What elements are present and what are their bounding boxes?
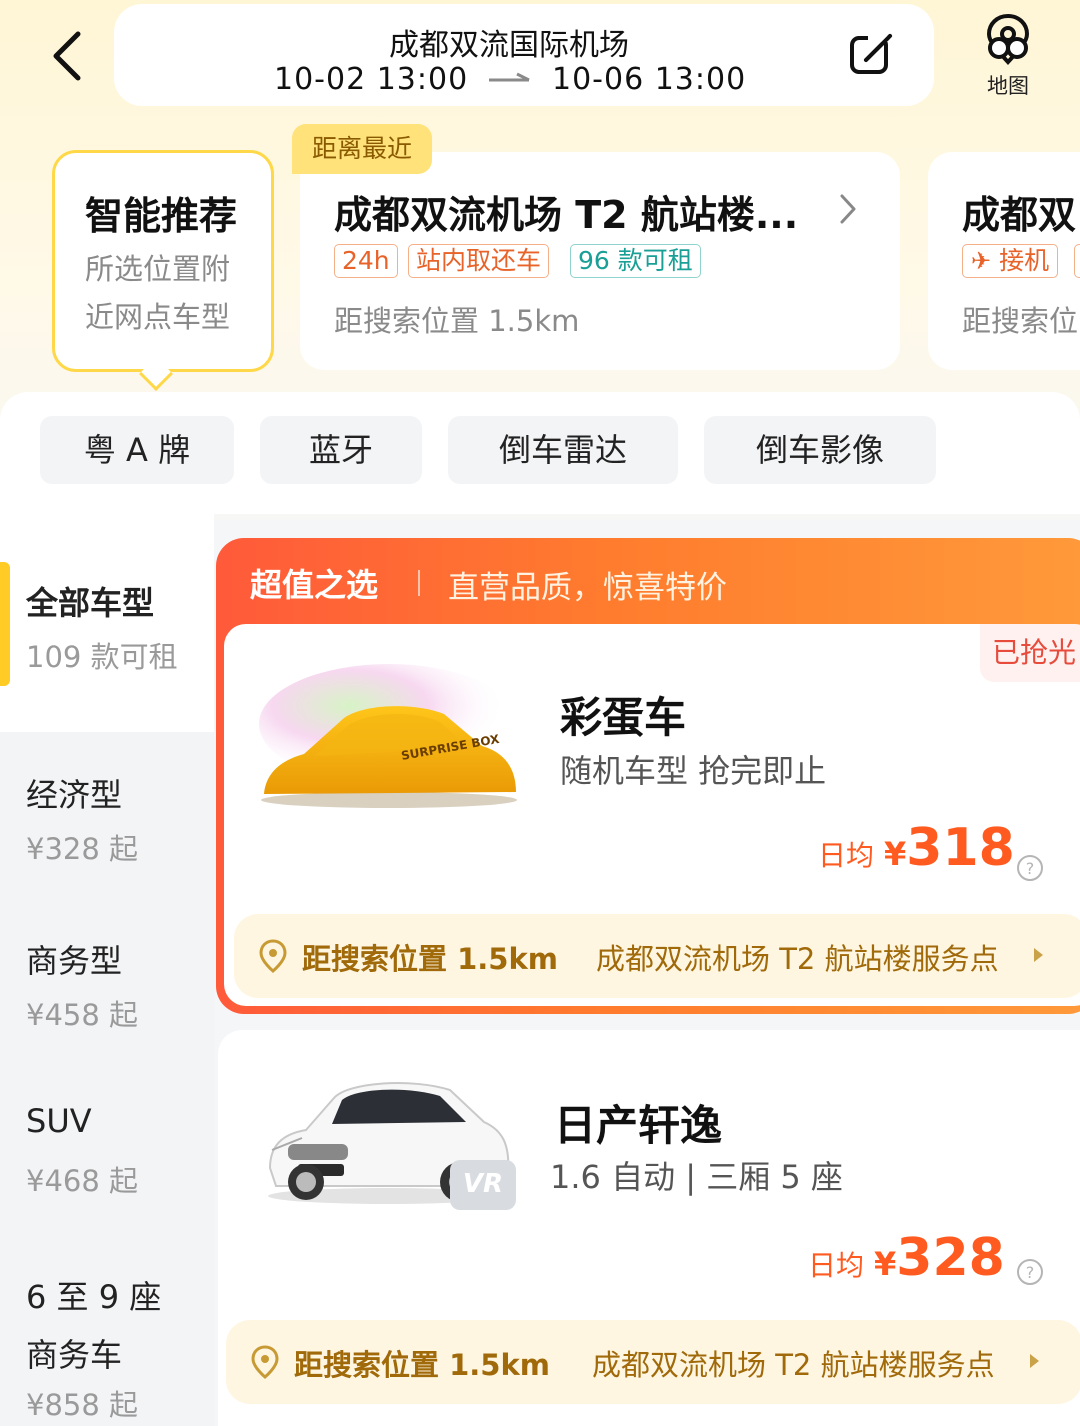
smart-recommend-desc: 所选位置附近网点车型 (85, 252, 231, 334)
tag-more (1074, 244, 1080, 278)
map-label: 地图 (987, 74, 1029, 98)
location-pin-icon (259, 939, 287, 973)
triangle-right-icon (1034, 948, 1043, 962)
category-name: 经济型 (26, 776, 123, 814)
surprise-car-card[interactable]: 已抢光 SURPRISE BOX 彩蛋车 随机车型 抢完即止 日均 ¥318 ?… (224, 624, 1080, 1006)
category-name: 6 至 9 座商务车 (26, 1278, 162, 1374)
category-mpv[interactable]: 6 至 9 座商务车 ¥858 起 (0, 1230, 214, 1426)
price-currency: ¥ (874, 1245, 897, 1283)
tag-models-available: 96 款可租 (570, 244, 701, 278)
store-location-bar[interactable]: 距搜索位置 1.5km 成都双流机场 T2 航站楼服务点 (234, 914, 1080, 998)
nearest-badge: 距离最近 (292, 124, 433, 174)
category-sub: ¥328 起 (26, 832, 139, 866)
car-desc: 随机车型 抢完即止 (560, 752, 827, 790)
search-summary[interactable]: 成都双流国际机场 10-02 13:00 10-06 13:00 (114, 4, 934, 106)
pickup-location[interactable]: 成都双流国际机场 (114, 20, 904, 64)
location-pin-icon (251, 1345, 279, 1379)
filter-bar: 粤 A 牌 蓝牙 倒车雷达 倒车影像 (0, 392, 1080, 514)
price-label: 日均 (818, 839, 875, 872)
pickup-time[interactable]: 10-02 13:00 (274, 62, 468, 97)
vr-badge[interactable]: VR (450, 1160, 516, 1210)
promo-section: 超值之选 直营品质，惊喜特价 已抢光 SURPRISE BOX 彩蛋车 随机车型… (216, 538, 1080, 1014)
svg-text:?: ? (1026, 1263, 1035, 1282)
car-name: 日产轩逸 (554, 1101, 723, 1150)
car-desc: 1.6 自动 | 三厢 5 座 (550, 1158, 843, 1196)
promo-divider (418, 570, 420, 596)
category-name: 商务型 (26, 942, 123, 980)
surprise-car-image: SURPRISE BOX (259, 664, 519, 808)
question-icon[interactable]: ? (1016, 854, 1044, 882)
category-all[interactable]: 全部车型 109 款可租 (0, 514, 214, 732)
price: 日均 ¥318 (818, 818, 1015, 878)
arrow-right-icon (489, 72, 530, 82)
filter-chip-radar[interactable]: 倒车雷达 (448, 416, 678, 484)
category-sub: ¥858 起 (26, 1388, 139, 1422)
car-name: 彩蛋车 (560, 693, 687, 742)
category-sub: ¥468 起 (26, 1164, 139, 1198)
filter-chip-plate[interactable]: 粤 A 牌 (40, 416, 234, 484)
tag-pickup-label: 接机 (999, 246, 1050, 275)
store-card-2[interactable]: 成都双 ✈ 接机 距搜索位 (928, 152, 1080, 370)
category-name: 全部车型 (26, 584, 155, 622)
store-distance: 距搜索位置 1.5km (294, 1348, 550, 1382)
category-name: SUV (26, 1102, 92, 1140)
car-card-nissan[interactable]: VR 日产轩逸 1.6 自动 | 三厢 5 座 日均 ¥328 ? 距搜索位置 1… (218, 1030, 1080, 1426)
category-sub: 109 款可租 (26, 640, 178, 674)
price-currency: ¥ (884, 835, 907, 873)
tag-24h: 24h (334, 244, 398, 278)
store-distance: 距搜索位置 1.5km (302, 942, 558, 976)
store-name: 成都双流机场 T2 航站楼... (334, 193, 799, 237)
filter-chip-bluetooth[interactable]: 蓝牙 (260, 416, 422, 484)
category-sidebar: 全部车型 109 款可租 经济型 ¥328 起 商务型 ¥458 起 SUV ¥… (0, 514, 214, 1426)
store-name: 成都双 (962, 193, 1077, 237)
map-button[interactable]: 地图 (975, 12, 1041, 98)
store-distance: 距搜索位 (962, 304, 1079, 338)
chevron-right-icon (840, 194, 856, 224)
triangle-right-icon (1030, 1354, 1039, 1368)
price-label: 日均 (808, 1249, 865, 1282)
store-distance: 距搜索位置 1.5km (334, 304, 580, 338)
promo-title: 超值之选 (250, 566, 379, 604)
tag-in-station: 站内取还车 (408, 244, 550, 278)
price-value: 318 (906, 818, 1015, 878)
airplane-icon: ✈ (971, 247, 992, 275)
map-icon (986, 13, 1030, 65)
store-card-t2[interactable]: 成都双流机场 T2 航站楼... 24h 站内取还车 96 款可租 距搜索位置 … (300, 152, 900, 370)
promo-subtitle: 直营品质，惊喜特价 (448, 570, 727, 606)
active-indicator (0, 562, 10, 686)
sold-out-badge: 已抢光 (980, 624, 1080, 682)
price: 日均 ¥328 (808, 1228, 1005, 1288)
store-name: 成都双流机场 T2 航站楼服务点 (592, 1348, 995, 1382)
store-location-bar[interactable]: 距搜索位置 1.5km 成都双流机场 T2 航站楼服务点 (226, 1320, 1080, 1404)
tag-pickup: ✈ 接机 (962, 244, 1059, 278)
category-suv[interactable]: SUV ¥468 起 (0, 1064, 214, 1230)
smart-recommend-title: 智能推荐 (85, 194, 238, 238)
svg-text:?: ? (1026, 859, 1035, 878)
filter-chip-camera[interactable]: 倒车影像 (704, 416, 936, 484)
back-arrow-icon[interactable] (44, 28, 94, 84)
category-sub: ¥458 起 (26, 998, 139, 1032)
smart-recommend-card[interactable]: 智能推荐 所选位置附近网点车型 (52, 150, 274, 372)
question-icon[interactable]: ? (1016, 1258, 1044, 1286)
edit-icon[interactable] (848, 30, 896, 78)
return-time[interactable]: 10-06 13:00 (552, 62, 746, 97)
store-name: 成都双流机场 T2 航站楼服务点 (596, 942, 999, 976)
category-economy[interactable]: 经济型 ¥328 起 (0, 732, 214, 898)
category-business[interactable]: 商务型 ¥458 起 (0, 898, 214, 1064)
price-value: 328 (896, 1228, 1005, 1288)
